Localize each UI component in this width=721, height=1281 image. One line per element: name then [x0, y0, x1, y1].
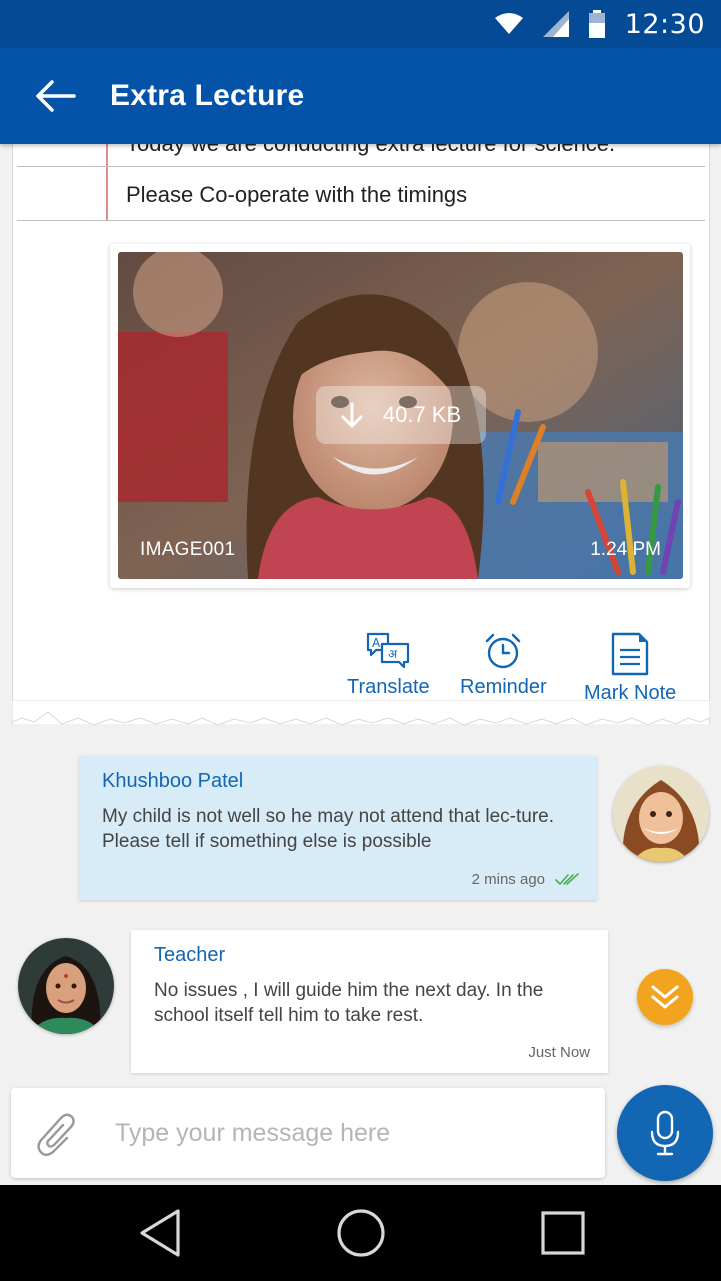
reminder-button[interactable]: Reminder — [460, 632, 547, 699]
parent-avatar-image — [613, 766, 709, 862]
message-input[interactable] — [115, 1108, 585, 1158]
message-sender: Teacher — [154, 944, 226, 966]
message-time: Just Now — [528, 1044, 590, 1061]
image-attachment-card[interactable]: 40.7 KB IMAGE001 1.24 PM — [110, 244, 690, 588]
svg-text:A: A — [372, 636, 381, 650]
message-meta: Just Now — [528, 1044, 590, 1061]
message-text: No issues , I will guide him the next da… — [154, 980, 544, 1026]
attachment-size: 40.7 KB — [382, 402, 462, 427]
avatar[interactable] — [18, 938, 114, 1034]
nav-home-button[interactable] — [333, 1205, 389, 1261]
svg-text:अ: अ — [388, 647, 398, 661]
attachment-time: 1.24 PM — [590, 539, 661, 560]
microphone-icon — [650, 1110, 680, 1156]
note-card: Today we are conducting extra lecture fo… — [12, 131, 710, 724]
square-recents-icon — [541, 1211, 585, 1255]
message-meta: 2 mins ago — [472, 871, 579, 888]
message-bubble-incoming[interactable]: Khushboo Patel My child is not well so h… — [79, 756, 597, 900]
message-bubble-outgoing[interactable]: Teacher No issues , I will guide him the… — [131, 930, 608, 1073]
alarm-clock-icon — [486, 633, 521, 669]
attachment-image[interactable]: 40.7 KB IMAGE001 1.24 PM — [118, 252, 683, 579]
triangle-back-icon — [140, 1209, 180, 1257]
avatar[interactable] — [613, 766, 709, 862]
circle-home-icon — [337, 1209, 385, 1257]
download-button[interactable]: 40.7 KB — [316, 386, 486, 444]
app-bar: Extra Lecture — [0, 48, 721, 144]
attach-button[interactable] — [31, 1106, 83, 1160]
system-navigation-bar — [0, 1185, 721, 1281]
ruled-line — [17, 166, 705, 167]
message-time: 2 mins ago — [471, 871, 545, 888]
arrow-left-icon — [36, 80, 76, 112]
teacher-avatar-image — [18, 938, 114, 1034]
attachment-name: IMAGE001 — [140, 539, 236, 560]
download-arrow-icon — [341, 402, 363, 428]
voice-record-button[interactable] — [617, 1085, 713, 1181]
battery-icon — [588, 10, 605, 38]
message-sender: Khushboo Patel — [102, 770, 244, 792]
message-composer — [11, 1088, 605, 1178]
ruled-line — [17, 220, 705, 221]
translate-label: Translate — [347, 676, 430, 698]
scroll-to-bottom-button[interactable] — [637, 969, 693, 1025]
double-chevron-down-icon — [651, 985, 679, 1009]
nav-back-button[interactable] — [132, 1205, 188, 1261]
mark-note-button[interactable]: Mark Note — [584, 632, 676, 705]
translate-button[interactable]: A अ Translate — [347, 632, 430, 699]
status-bar: 12:30 — [0, 0, 721, 48]
reminder-label: Reminder — [460, 676, 547, 698]
paperclip-icon — [37, 1113, 75, 1156]
note-margin-line — [106, 144, 108, 220]
message-text: My child is not well so he may not atten… — [102, 806, 554, 852]
note-line-2: Please Co-operate with the timings — [126, 182, 468, 207]
translate-icon: A अ — [367, 632, 410, 669]
double-check-icon — [555, 872, 579, 885]
status-time: 12:30 — [624, 8, 705, 40]
torn-paper-edge — [12, 700, 710, 726]
wifi-icon — [494, 12, 523, 36]
note-icon — [611, 632, 649, 676]
nav-recents-button[interactable] — [535, 1205, 591, 1261]
page-title: Extra Lecture — [110, 79, 305, 112]
signal-icon — [542, 11, 569, 37]
back-button[interactable] — [0, 48, 110, 144]
